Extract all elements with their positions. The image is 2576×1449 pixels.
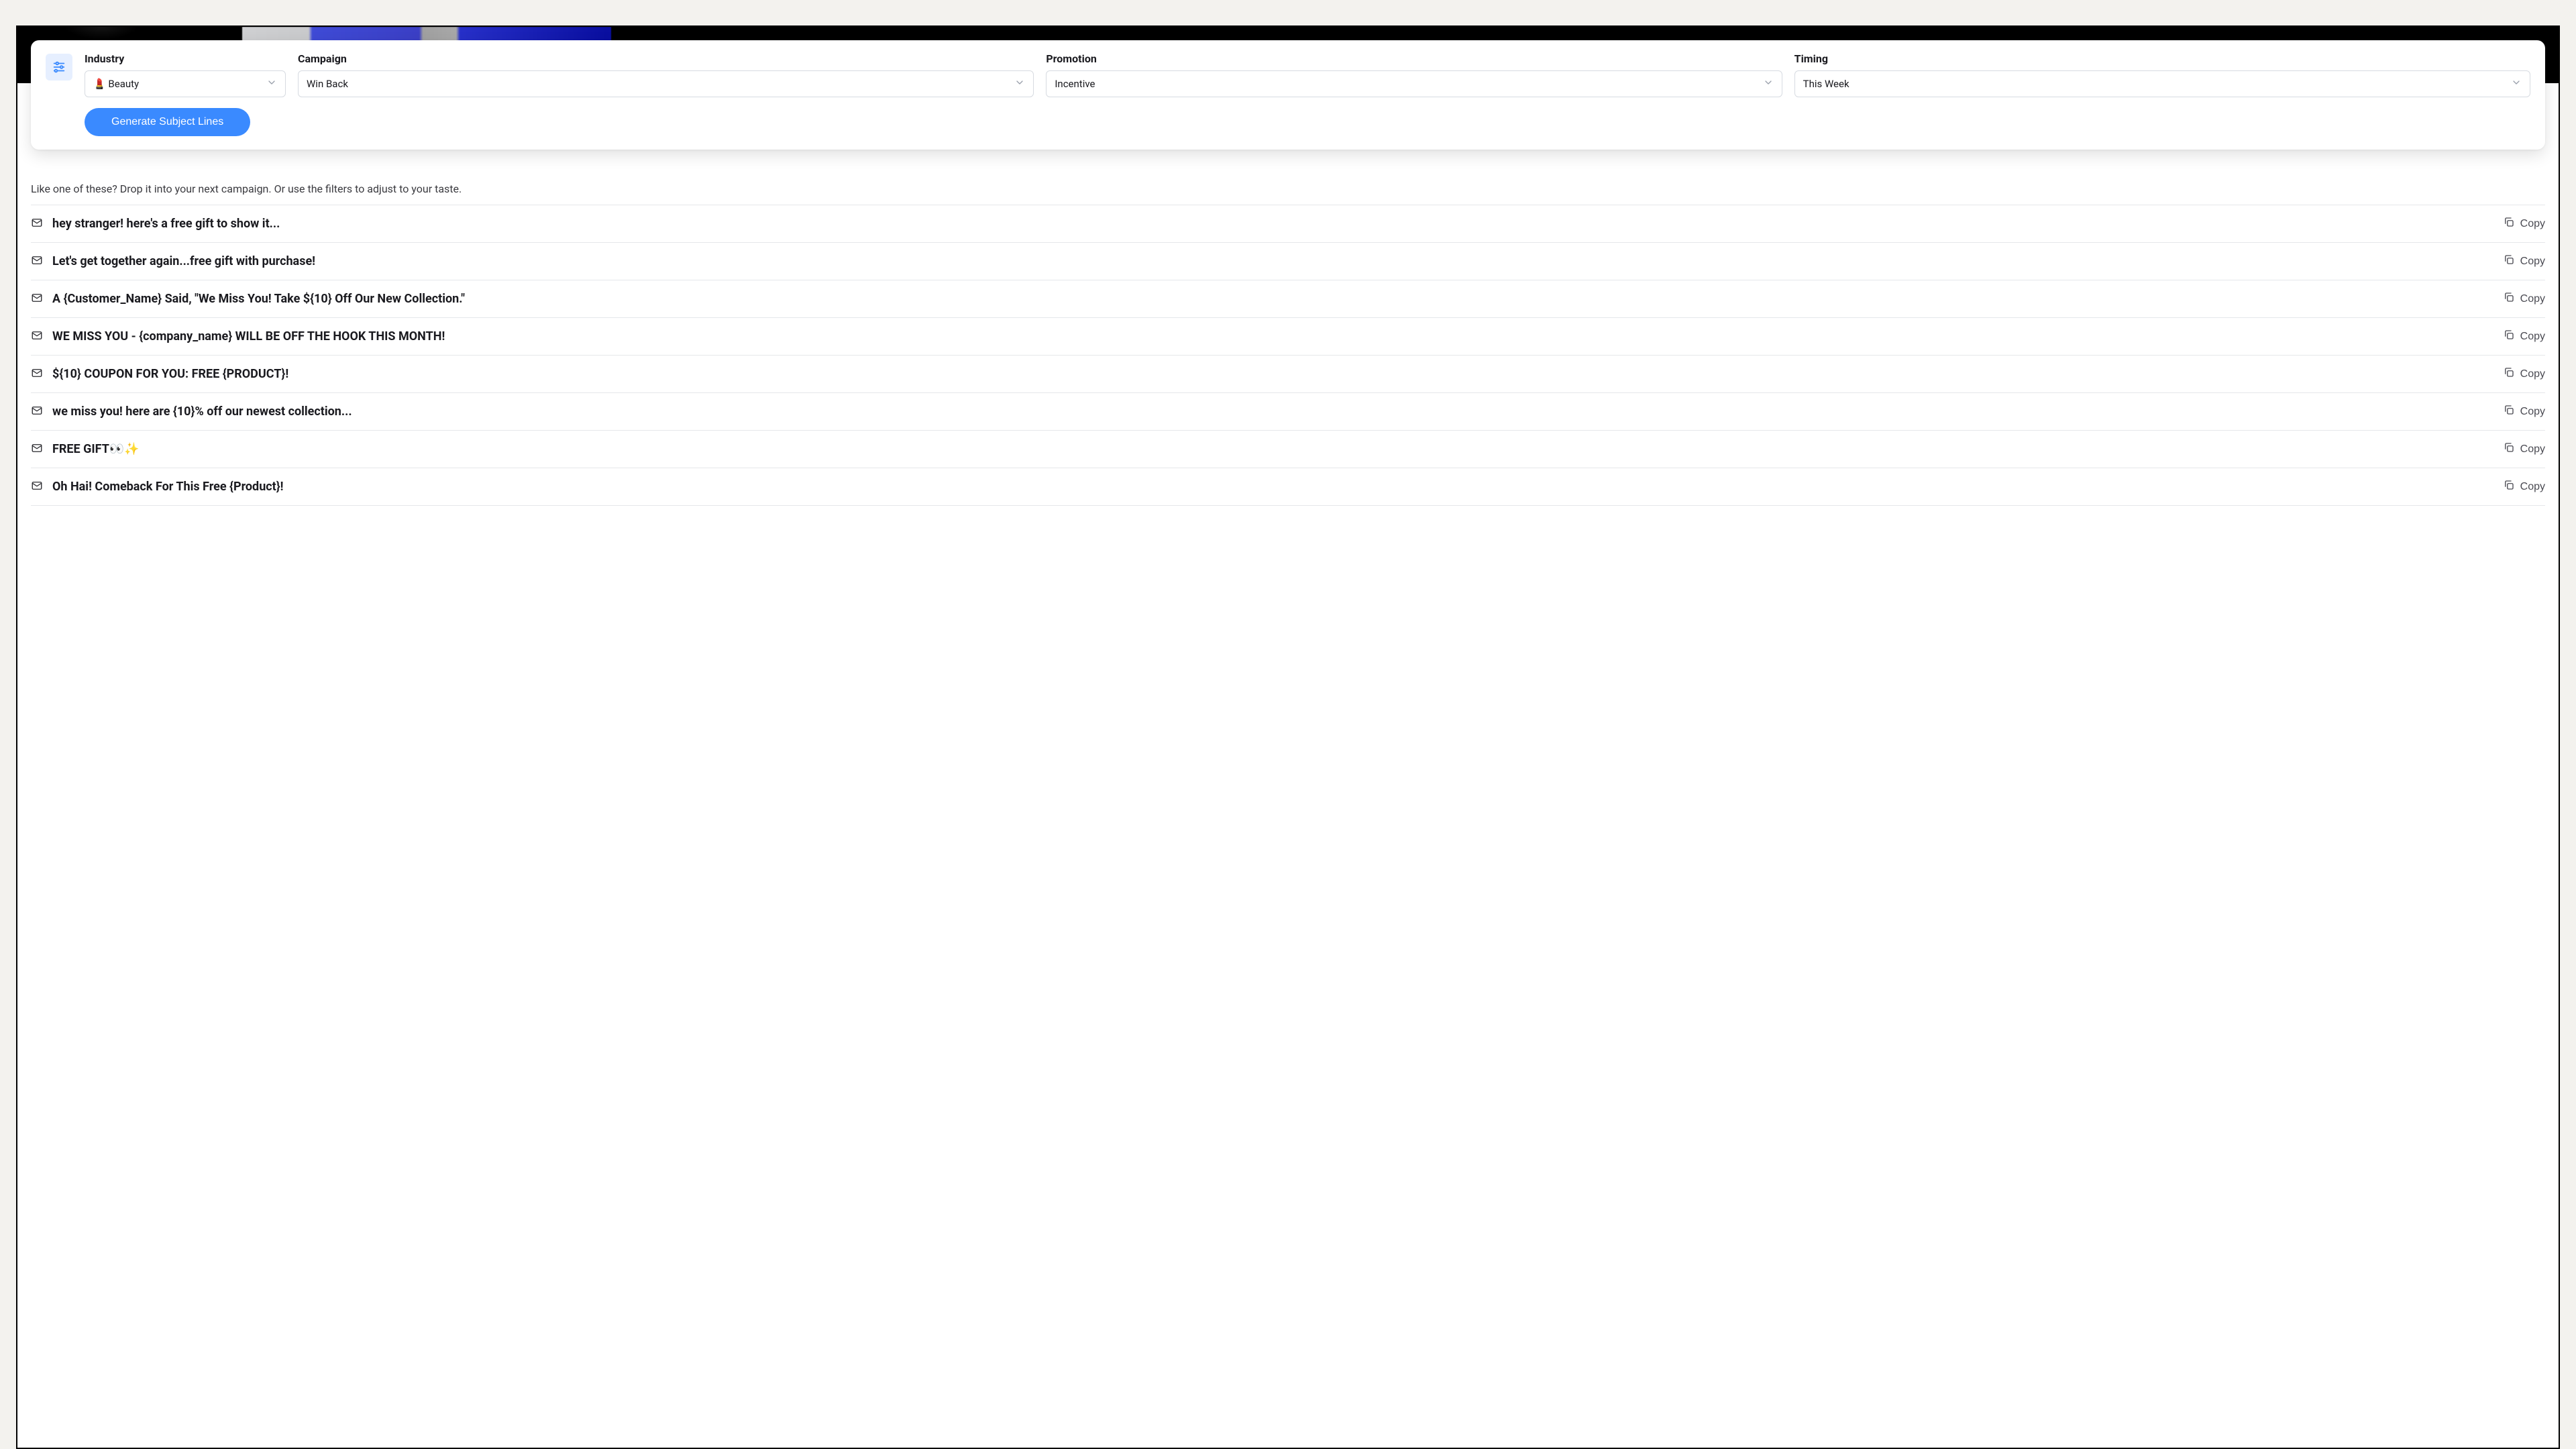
subject-text: WE MISS YOU - {company_name} WILL BE OFF… xyxy=(52,329,445,343)
list-item: we miss you! here are {10}% off our newe… xyxy=(31,393,2545,431)
list-item: FREE GIFT👀✨ Copy xyxy=(31,431,2545,468)
hint-text: Like one of these? Drop it into your nex… xyxy=(31,178,2545,205)
list-item: A {Customer_Name} Said, "We Miss You! Ta… xyxy=(31,280,2545,318)
filters-row: Industry 💄 Beauty Campaign Win Back xyxy=(46,52,2530,97)
copy-icon xyxy=(2503,366,2515,382)
filter-label-timing: Timing xyxy=(1794,52,2530,65)
mail-icon xyxy=(31,405,43,419)
copy-button[interactable]: Copy xyxy=(2503,404,2545,419)
chevron-down-icon xyxy=(2511,77,2522,91)
subject-text: Let's get together again...free gift wit… xyxy=(52,254,315,268)
subject-text: hey stranger! here's a free gift to show… xyxy=(52,217,280,231)
copy-icon xyxy=(2503,254,2515,269)
copy-button[interactable]: Copy xyxy=(2503,291,2545,307)
copy-label: Copy xyxy=(2520,218,2545,230)
filter-promotion: Promotion Incentive xyxy=(1046,52,1782,97)
subject-text: we miss you! here are {10}% off our newe… xyxy=(52,405,352,419)
chevron-down-icon xyxy=(1014,77,1025,91)
list-item: hey stranger! here's a free gift to show… xyxy=(31,205,2545,243)
copy-icon xyxy=(2503,216,2515,231)
mail-icon xyxy=(31,217,43,231)
generate-button[interactable]: Generate Subject Lines xyxy=(85,108,250,136)
copy-icon xyxy=(2503,329,2515,344)
mail-icon xyxy=(31,480,43,494)
copy-label: Copy xyxy=(2520,293,2545,305)
copy-button[interactable]: Copy xyxy=(2503,366,2545,382)
copy-icon xyxy=(2503,479,2515,494)
copy-label: Copy xyxy=(2520,481,2545,493)
filter-label-promotion: Promotion xyxy=(1046,52,1782,65)
filter-label-campaign: Campaign xyxy=(298,52,1034,65)
chevron-down-icon xyxy=(1763,77,1774,91)
select-value-timing: This Week xyxy=(1803,78,1849,90)
filter-timing: Timing This Week xyxy=(1794,52,2530,97)
list-item-left: A {Customer_Name} Said, "We Miss You! Ta… xyxy=(31,292,465,307)
copy-label: Copy xyxy=(2520,443,2545,455)
list-item-left: hey stranger! here's a free gift to show… xyxy=(31,217,280,231)
copy-icon xyxy=(2503,441,2515,457)
list-item-left: we miss you! here are {10}% off our newe… xyxy=(31,405,352,419)
mail-icon xyxy=(31,292,43,307)
copy-button[interactable]: Copy xyxy=(2503,441,2545,457)
subject-text: FREE GIFT👀✨ xyxy=(52,442,140,456)
results-section: Like one of these? Drop it into your nex… xyxy=(31,178,2545,1448)
select-campaign[interactable]: Win Back xyxy=(298,70,1034,97)
list-item: WE MISS YOU - {company_name} WILL BE OFF… xyxy=(31,318,2545,356)
mail-icon xyxy=(31,329,43,344)
results-list: hey stranger! here's a free gift to show… xyxy=(31,205,2545,506)
list-item: Let's get together again...free gift wit… xyxy=(31,243,2545,280)
copy-button[interactable]: Copy xyxy=(2503,479,2545,494)
mail-icon xyxy=(31,367,43,382)
app-frame: Industry 💄 Beauty Campaign Win Back xyxy=(16,25,2560,1449)
mail-icon xyxy=(31,254,43,269)
select-industry[interactable]: 💄 Beauty xyxy=(85,70,286,97)
list-item-left: WE MISS YOU - {company_name} WILL BE OFF… xyxy=(31,329,445,344)
subject-text: A {Customer_Name} Said, "We Miss You! Ta… xyxy=(52,292,465,306)
list-item-left: Let's get together again...free gift wit… xyxy=(31,254,315,269)
subject-text: ${10} COUPON FOR YOU: FREE {PRODUCT}! xyxy=(52,367,288,381)
list-item-left: ${10} COUPON FOR YOU: FREE {PRODUCT}! xyxy=(31,367,288,382)
select-timing[interactable]: This Week xyxy=(1794,70,2530,97)
filter-card: Industry 💄 Beauty Campaign Win Back xyxy=(31,40,2545,150)
list-item: ${10} COUPON FOR YOU: FREE {PRODUCT}! Co… xyxy=(31,356,2545,393)
filter-industry: Industry 💄 Beauty xyxy=(85,52,286,97)
copy-button[interactable]: Copy xyxy=(2503,329,2545,344)
copy-button[interactable]: Copy xyxy=(2503,254,2545,269)
select-promotion[interactable]: Incentive xyxy=(1046,70,1782,97)
select-value-promotion: Incentive xyxy=(1055,78,1095,90)
copy-label: Copy xyxy=(2520,368,2545,380)
list-item-left: Oh Hai! Comeback For This Free {Product}… xyxy=(31,480,284,494)
mail-icon xyxy=(31,442,43,457)
filter-label-industry: Industry xyxy=(85,52,286,65)
copy-icon xyxy=(2503,404,2515,419)
list-item-left: FREE GIFT👀✨ xyxy=(31,442,140,457)
select-value-campaign: Win Back xyxy=(307,78,348,90)
copy-label: Copy xyxy=(2520,406,2545,418)
copy-label: Copy xyxy=(2520,331,2545,343)
subject-text: Oh Hai! Comeback For This Free {Product}… xyxy=(52,480,284,494)
filter-campaign: Campaign Win Back xyxy=(298,52,1034,97)
list-item: Oh Hai! Comeback For This Free {Product}… xyxy=(31,468,2545,506)
actions-row: Generate Subject Lines xyxy=(46,108,2530,136)
copy-button[interactable]: Copy xyxy=(2503,216,2545,231)
copy-label: Copy xyxy=(2520,256,2545,268)
chevron-down-icon xyxy=(266,77,277,91)
select-value-industry: 💄 Beauty xyxy=(93,78,139,90)
sliders-icon xyxy=(46,54,72,80)
copy-icon xyxy=(2503,291,2515,307)
banner-glow xyxy=(64,25,138,40)
